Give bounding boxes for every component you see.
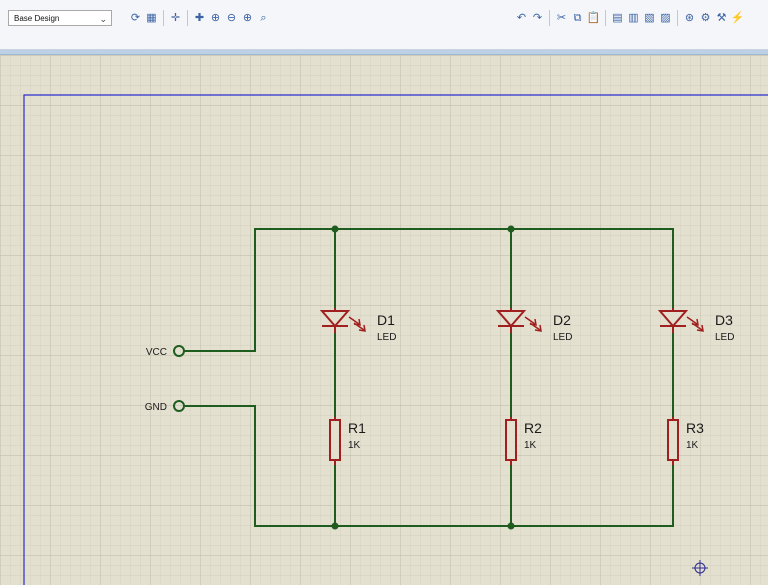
toolbar: Base Design ⌄ ⟳ ▦ ✛ ✚ ⊕ ⊖ ⊕ ⌕ ↶ ↷ ✂ ⧉ 📋 ▤ ▥ ▧ ▨ ⊛ ⚙ ⚒ ⚡ [0,0,768,50]
schematic-canvas[interactable]: VCC GND D1 LED D2 LED D3 LED R1 1K R2 1K R3 1K [0,55,768,585]
resistor-value-label: 1K [686,440,699,451]
pick-device-icon[interactable]: ⊛ [682,11,697,26]
origin-icon[interactable]: ✛ [168,11,183,26]
toolbar-separator [549,10,550,26]
redo-icon[interactable]: ↷ [530,11,545,26]
led-value-label: LED [553,332,572,343]
refresh-icon[interactable]: ⟳ [128,11,143,26]
block-move-icon[interactable]: ▥ [626,11,641,26]
undo-icon[interactable]: ↶ [514,11,529,26]
led-value-label: LED [715,332,734,343]
block-rotate-icon[interactable]: ▧ [642,11,657,26]
chevron-down-icon[interactable]: ⌄ [99,11,107,27]
design-select-value: Base Design [14,14,60,23]
resistor-ref-label: R3 [686,420,704,436]
resistor-ref-label: R1 [348,420,366,436]
schematic-drawing[interactable]: VCC GND D1 LED D2 LED D3 LED R1 1K R2 1K R3 1K [0,55,768,585]
block-copy-icon[interactable]: ▤ [610,11,625,26]
right-toolbar-group: ↶ ↷ ✂ ⧉ 📋 ▤ ▥ ▧ ▨ ⊛ ⚙ ⚒ ⚡ [514,10,745,26]
junction-dot [331,522,339,530]
zoom-out-icon[interactable]: ⊖ [224,11,239,26]
led-value-label: LED [377,332,396,343]
block-delete-icon[interactable]: ▨ [658,11,673,26]
paste-icon[interactable]: 📋 [586,11,601,26]
left-toolbar-group: ⟳ ▦ ✛ ✚ ⊕ ⊖ ⊕ ⌕ [128,10,271,26]
junction-dot [507,522,515,530]
resistor-body [667,419,679,461]
led-ref-label: D3 [715,312,733,328]
resistor-value-label: 1K [348,440,361,451]
led-ref-label: D2 [553,312,571,328]
junction-dot [507,225,515,233]
toolbar-separator [163,10,164,26]
toolbar-separator [677,10,678,26]
grid-toggle-icon[interactable]: ▦ [144,11,159,26]
copy-icon[interactable]: ⧉ [570,11,585,26]
resistor-value-label: 1K [524,440,537,451]
package-tool-icon[interactable]: ⚒ [714,11,729,26]
junction-dot [331,225,339,233]
make-device-icon[interactable]: ⚙ [698,11,713,26]
zoom-area-icon[interactable]: ⌕ [256,11,271,26]
design-select[interactable]: Base Design ⌄ [8,10,112,26]
resistor-ref-label: R2 [524,420,542,436]
led-ref-label: D1 [377,312,395,328]
cut-icon[interactable]: ✂ [554,11,569,26]
resistor-body [505,419,517,461]
decompose-icon[interactable]: ⚡ [730,11,745,26]
zoom-all-icon[interactable]: ⊕ [240,11,255,26]
toolbar-separator [187,10,188,26]
toolbar-separator [605,10,606,26]
resistor-body [329,419,341,461]
terminal-label: GND [145,402,167,413]
terminal-label: VCC [146,347,167,358]
zoom-in-icon[interactable]: ⊕ [208,11,223,26]
pan-icon[interactable]: ✚ [192,11,207,26]
